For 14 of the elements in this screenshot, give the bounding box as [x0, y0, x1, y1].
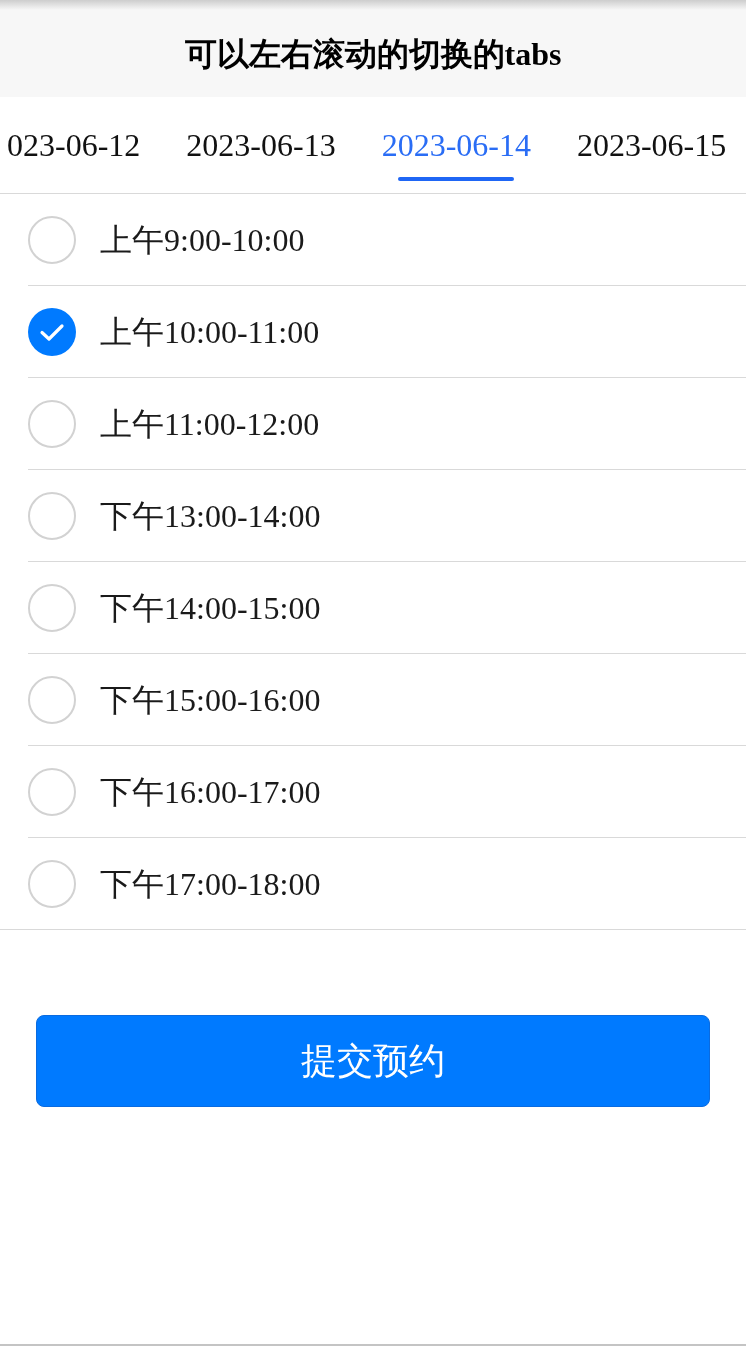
date-tab[interactable]: 023-06-12 [1, 97, 147, 193]
time-slot-option[interactable]: 下午17:00-18:00 [28, 838, 746, 929]
date-tab[interactable]: 2023-06-13 [180, 97, 342, 193]
time-slot-option[interactable]: 下午16:00-17:00 [28, 746, 746, 838]
time-slot-option[interactable]: 下午14:00-15:00 [28, 562, 746, 654]
date-tab[interactable]: 2023-06-15 [570, 97, 733, 193]
time-slot-option[interactable]: 下午13:00-14:00 [28, 470, 746, 562]
time-slot-option[interactable]: 上午10:00-11:00 [28, 286, 746, 378]
page-title: 可以左右滚动的切换的tabs [184, 37, 562, 70]
time-slot-option[interactable]: 上午9:00-10:00 [28, 194, 746, 286]
time-slot-option[interactable]: 上午11:00-12:00 [28, 378, 746, 470]
submit-button[interactable]: 提交预约 [36, 1015, 710, 1107]
date-tab[interactable]: 2023-06-14 [375, 97, 537, 193]
time-slot-option[interactable]: 下午15:00-16:00 [28, 654, 746, 746]
